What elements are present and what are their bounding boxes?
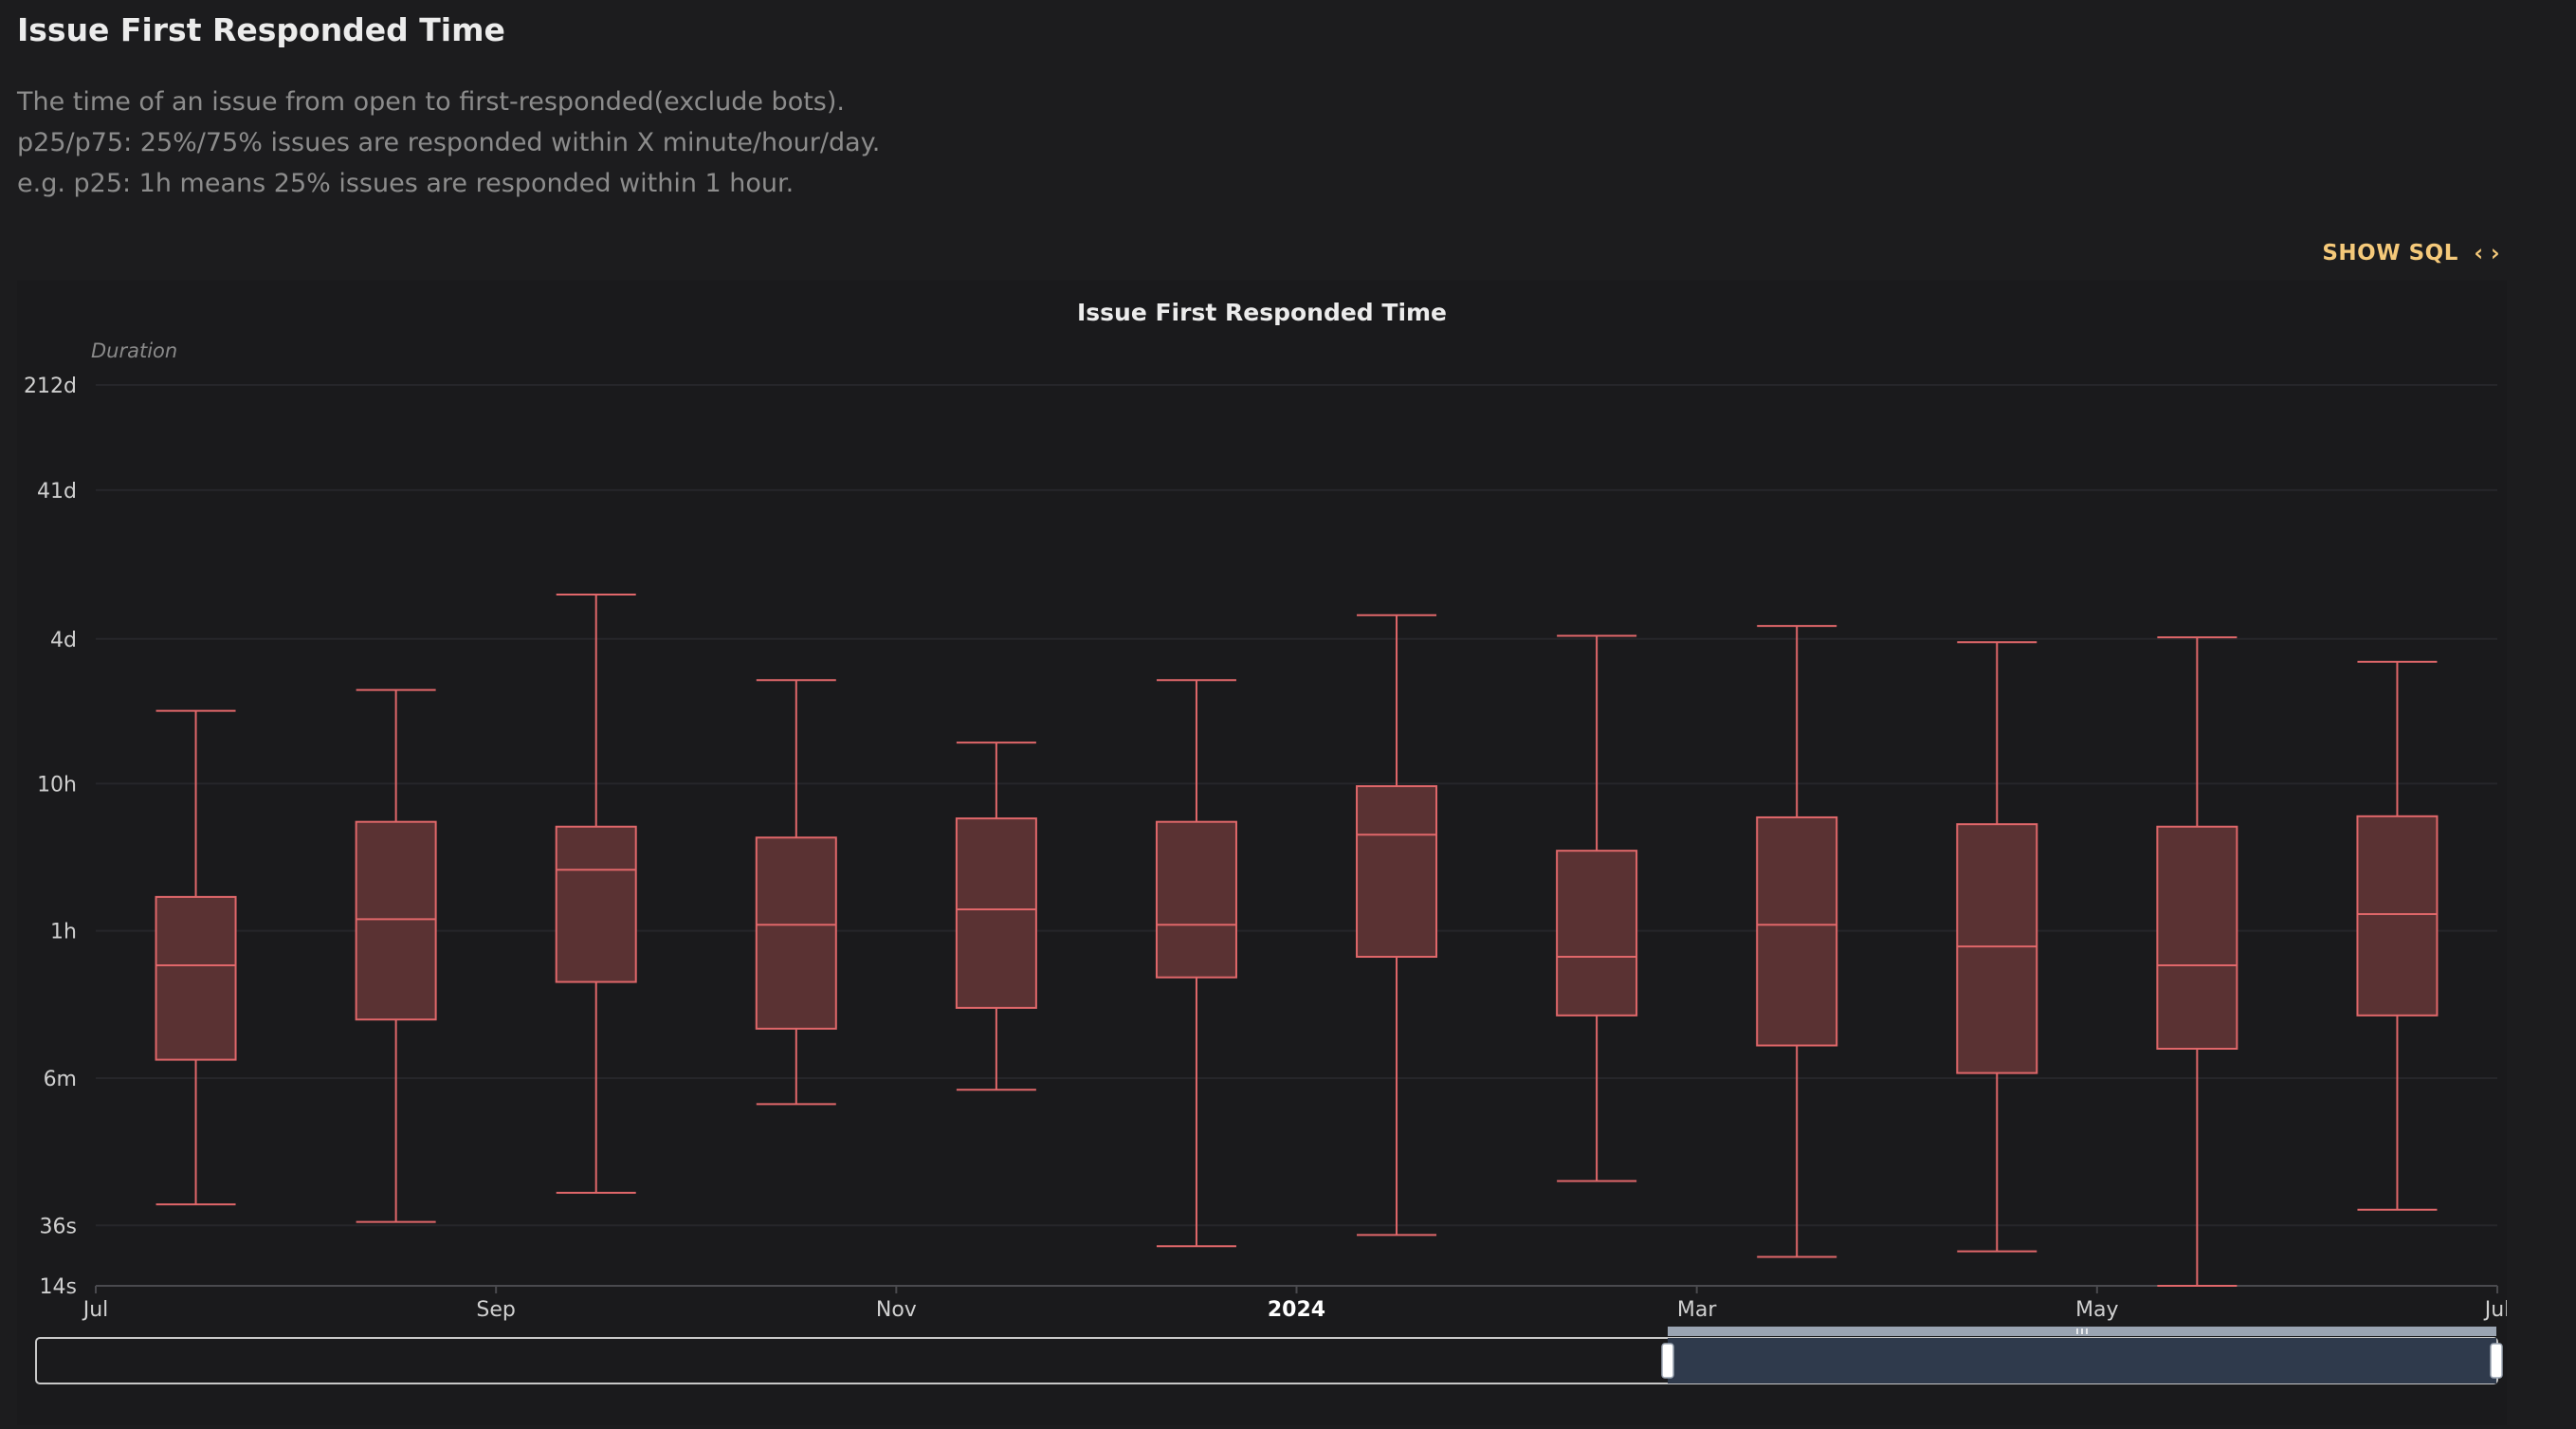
box-iqr[interactable]	[355, 820, 437, 1021]
box-iqr[interactable]	[1956, 823, 2038, 1074]
x-tick-label: Sep	[476, 1298, 515, 1322]
zoom-selected-range[interactable]	[1668, 1338, 2496, 1383]
x-tick-label: May	[2075, 1298, 2118, 1322]
y-tick-label: 10h	[37, 773, 77, 797]
box-iqr[interactable]	[1756, 815, 1838, 1047]
box-iqr[interactable]	[755, 836, 837, 1030]
show-sql-button[interactable]: SHOW SQL ‹›	[2322, 239, 2504, 266]
box-iqr[interactable]	[955, 817, 1037, 1009]
box-iqr[interactable]	[1356, 785, 1438, 959]
zoom-handle-left[interactable]	[1661, 1343, 1674, 1379]
zoom-handle-right[interactable]	[2490, 1343, 2503, 1379]
y-axis-label: Duration	[91, 339, 177, 362]
code-brackets-icon: ‹›	[2471, 239, 2504, 266]
y-tick-label: 1h	[50, 921, 77, 944]
box-iqr[interactable]	[1155, 820, 1237, 979]
y-tick-label: 6m	[44, 1068, 77, 1091]
box-iqr[interactable]	[2156, 825, 2238, 1050]
boxplot-chart: Issue First Responded Time Duration 14s 36s…	[24, 299, 2510, 1384]
chart-panel: Issue First Responded Time Duration 14s 36s…	[17, 281, 2510, 1425]
page-title: Issue First Responded Time	[17, 11, 505, 48]
chart-title: Issue First Responded Time	[1077, 299, 1447, 326]
x-tick-label: Mar	[1677, 1298, 1717, 1322]
box-iqr[interactable]	[155, 895, 237, 1061]
description-line: p25/p75: 25%/75% issues are responded wi…	[17, 128, 881, 157]
y-tick-label: 36s	[40, 1215, 77, 1238]
y-tick-label: 212d	[24, 375, 77, 398]
y-tick-label: 4d	[50, 629, 77, 652]
page: Issue First Responded Time The time of a…	[0, 0, 2576, 1425]
x-tick-label: 2024	[1268, 1298, 1325, 1322]
y-tick-label: 41d	[37, 480, 77, 504]
box-iqr[interactable]	[1556, 850, 1638, 1017]
box-iqr[interactable]	[555, 825, 637, 983]
description-line: The time of an issue from open to first-…	[17, 87, 845, 117]
y-tick-label: 14s	[40, 1275, 77, 1299]
x-tick-label: Nov	[876, 1298, 917, 1322]
x-tick-label: Jul	[2483, 1298, 2507, 1322]
description: The time of an issue from open to first-…	[17, 82, 880, 204]
box-iqr[interactable]	[2356, 815, 2439, 1017]
description-line: e.g. p25: 1h means 25% issues are respon…	[17, 169, 795, 198]
x-tick-label: Jul	[82, 1298, 109, 1322]
show-sql-label: SHOW SQL	[2322, 240, 2458, 266]
